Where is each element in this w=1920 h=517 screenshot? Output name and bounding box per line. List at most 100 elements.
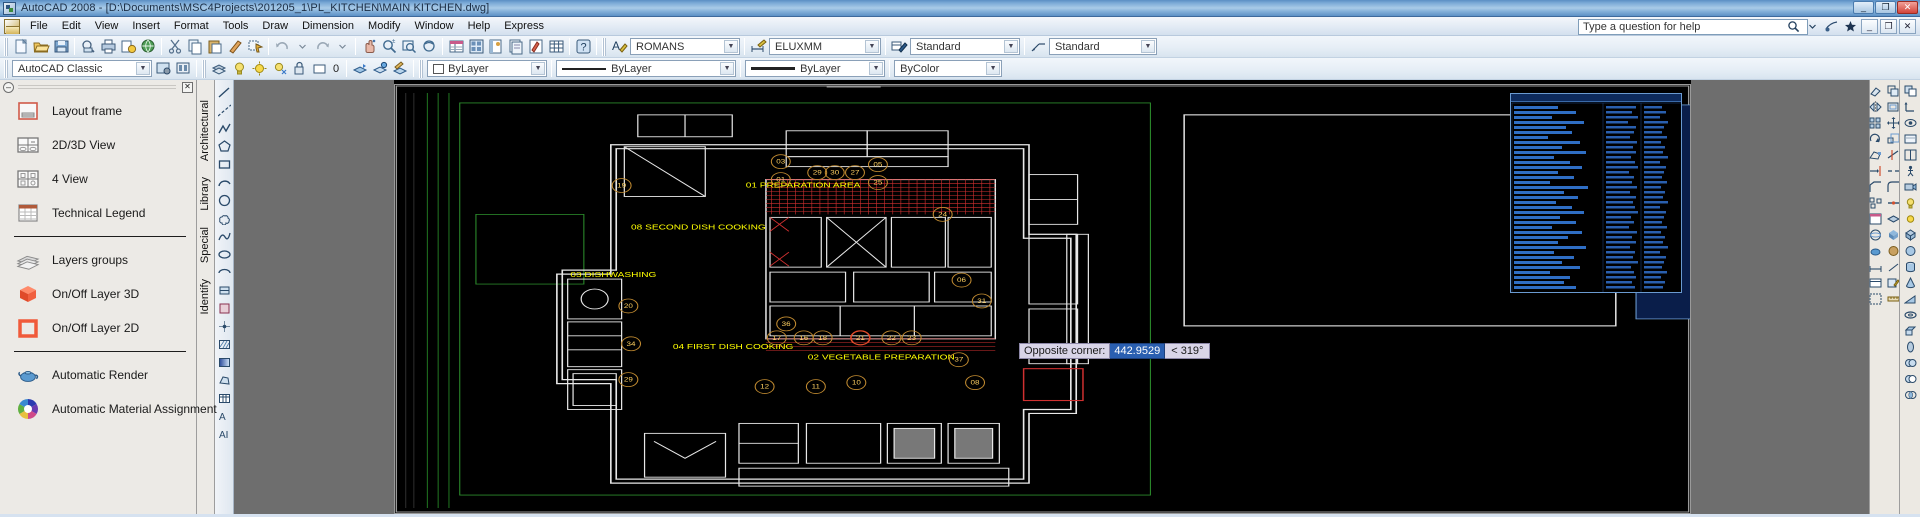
chevron-down-icon[interactable]: ▼ bbox=[531, 62, 546, 75]
sun-properties-icon[interactable] bbox=[1901, 211, 1919, 226]
drawing-canvas[interactable]: 01 PREPARATION AREA 08 SECOND DISH COOKI… bbox=[234, 80, 1869, 514]
publish-icon[interactable] bbox=[118, 37, 138, 56]
vtab-architectural[interactable]: Architectural bbox=[197, 92, 214, 169]
gradient-icon[interactable] bbox=[216, 354, 233, 371]
single-line-text-icon[interactable]: A bbox=[216, 426, 233, 443]
point-icon[interactable] bbox=[216, 318, 233, 335]
table-style-icon[interactable] bbox=[889, 37, 909, 56]
quick-select-icon[interactable] bbox=[245, 37, 265, 56]
color-combo[interactable]: ByLayer ▼ bbox=[427, 60, 548, 77]
vtab-library[interactable]: Library bbox=[197, 169, 214, 219]
sidebar-item-onoff-layer-2d[interactable]: On/Off Layer 2D bbox=[0, 311, 196, 345]
plot-preview-icon[interactable] bbox=[78, 37, 98, 56]
menu-item-dimension[interactable]: Dimension bbox=[295, 18, 361, 34]
tool-palettes-icon[interactable] bbox=[486, 37, 506, 56]
copy-icon[interactable] bbox=[185, 37, 205, 56]
multileader-style-combo[interactable]: Standard ▼ bbox=[1049, 38, 1157, 55]
make-block-icon[interactable] bbox=[216, 300, 233, 317]
multileader-style-icon[interactable] bbox=[1028, 37, 1048, 56]
lineweight-combo[interactable]: ByLayer ▼ bbox=[745, 60, 886, 77]
chevron-down-icon[interactable]: ▼ bbox=[136, 62, 150, 75]
vtab-special[interactable]: Special bbox=[197, 219, 214, 271]
layer-match-icon[interactable] bbox=[390, 59, 410, 78]
sidebar-item-2d-3d-view[interactable]: 2D/3D View bbox=[0, 128, 196, 162]
menu-item-view[interactable]: View bbox=[88, 18, 126, 34]
menu-item-help[interactable]: Help bbox=[461, 18, 498, 34]
zoom-previous-icon[interactable] bbox=[419, 37, 439, 56]
ellipse-icon[interactable] bbox=[216, 246, 233, 263]
viewport-icon[interactable] bbox=[1901, 147, 1919, 162]
linetype-combo[interactable]: ByLayer ▼ bbox=[556, 60, 737, 77]
toolbar-grip[interactable] bbox=[419, 59, 425, 78]
toolbar-grip[interactable] bbox=[4, 37, 9, 56]
ellipse-arc-icon[interactable] bbox=[216, 264, 233, 281]
chevron-down-icon[interactable]: ▼ bbox=[1141, 40, 1155, 53]
xref-icon[interactable] bbox=[1867, 291, 1885, 306]
polygon-icon[interactable] bbox=[216, 138, 233, 155]
3d-orbit-icon[interactable] bbox=[1867, 227, 1885, 242]
subtract-icon[interactable] bbox=[1901, 371, 1919, 386]
export-icon[interactable] bbox=[138, 37, 158, 56]
sidebar-item-layers-groups[interactable]: Layers groups bbox=[0, 243, 196, 277]
ucs-icon[interactable] bbox=[1901, 99, 1919, 114]
sidebar-item-automatic-material-assignment[interactable]: Automatic Material Assignment bbox=[0, 392, 217, 426]
draw-order-icon[interactable] bbox=[1901, 83, 1919, 98]
minus-circle-icon[interactable]: – bbox=[3, 81, 14, 93]
explode-icon[interactable] bbox=[1867, 195, 1885, 210]
rotate-icon[interactable] bbox=[1867, 131, 1885, 146]
chevron-down-icon[interactable]: ▼ bbox=[1004, 40, 1018, 53]
revision-cloud-icon[interactable] bbox=[216, 210, 233, 227]
plotstyle-combo[interactable]: ByColor ▼ bbox=[894, 60, 1003, 77]
zoom-window-icon[interactable] bbox=[399, 37, 419, 56]
walk-icon[interactable] bbox=[1901, 163, 1919, 178]
region-icon[interactable] bbox=[216, 372, 233, 389]
freeze-icon[interactable] bbox=[269, 59, 289, 78]
properties-panel-icon[interactable] bbox=[1867, 211, 1885, 226]
zoom-realtime-icon[interactable]: ± bbox=[379, 37, 399, 56]
rectangle-icon[interactable] bbox=[216, 156, 233, 173]
construction-line-icon[interactable] bbox=[216, 102, 233, 119]
chevron-down-icon[interactable] bbox=[292, 37, 312, 56]
markup-set-icon[interactable] bbox=[526, 37, 546, 56]
sidebar-item-onoff-layer-3d[interactable]: On/Off Layer 3D bbox=[0, 277, 196, 311]
solid-sphere-icon[interactable] bbox=[1901, 243, 1919, 258]
toolbar-grip[interactable] bbox=[602, 37, 607, 56]
arc-icon[interactable] bbox=[216, 174, 233, 191]
dimension-style-icon[interactable] bbox=[748, 37, 768, 56]
properties-icon[interactable] bbox=[446, 37, 466, 56]
dimension-style-combo[interactable]: ELUXMM ▼ bbox=[769, 38, 881, 55]
solid-torus-icon[interactable] bbox=[1901, 307, 1919, 322]
chamfer-icon[interactable] bbox=[1867, 179, 1885, 194]
paste-icon[interactable] bbox=[205, 37, 225, 56]
open-icon[interactable] bbox=[31, 37, 51, 56]
sidebar-item-4-view[interactable]: 4 View bbox=[0, 162, 196, 196]
light-icon[interactable] bbox=[1901, 195, 1919, 210]
mirror-icon[interactable] bbox=[1867, 99, 1885, 114]
close-icon[interactable]: ✕ bbox=[182, 81, 193, 93]
document-restore-button[interactable]: ❐ bbox=[1880, 19, 1897, 34]
sun-icon[interactable] bbox=[249, 59, 269, 78]
match-properties-icon[interactable] bbox=[225, 37, 245, 56]
menu-item-draw[interactable]: Draw bbox=[255, 18, 295, 34]
table-style-combo[interactable]: Standard ▼ bbox=[910, 38, 1020, 55]
window-close-button[interactable]: ✕ bbox=[1897, 1, 1918, 14]
hatch-icon[interactable] bbox=[216, 336, 233, 353]
new-icon[interactable] bbox=[11, 37, 31, 56]
chevron-down-icon[interactable] bbox=[1804, 19, 1821, 34]
designcenter-icon[interactable] bbox=[466, 37, 486, 56]
menu-item-tools[interactable]: Tools bbox=[216, 18, 256, 34]
menu-item-window[interactable]: Window bbox=[407, 18, 460, 34]
solid-cone-icon[interactable] bbox=[1901, 275, 1919, 290]
vtab-identify[interactable]: Identify bbox=[197, 271, 214, 322]
render-icon[interactable] bbox=[1867, 243, 1885, 258]
table-icon[interactable] bbox=[216, 390, 233, 407]
chevron-down-icon[interactable]: ▼ bbox=[986, 62, 1001, 75]
sidebar-item-technical-legend[interactable]: Technical Legend bbox=[0, 196, 196, 230]
workspace-settings-icon[interactable] bbox=[153, 59, 173, 78]
layer-color-icon[interactable] bbox=[309, 59, 329, 78]
toolbar-grip[interactable] bbox=[4, 59, 9, 78]
document-close-button[interactable]: ✕ bbox=[1899, 19, 1916, 34]
layer-properties-icon[interactable] bbox=[209, 59, 229, 78]
cut-icon[interactable] bbox=[165, 37, 185, 56]
text-style-combo[interactable]: ROMANS ▼ bbox=[630, 38, 740, 55]
